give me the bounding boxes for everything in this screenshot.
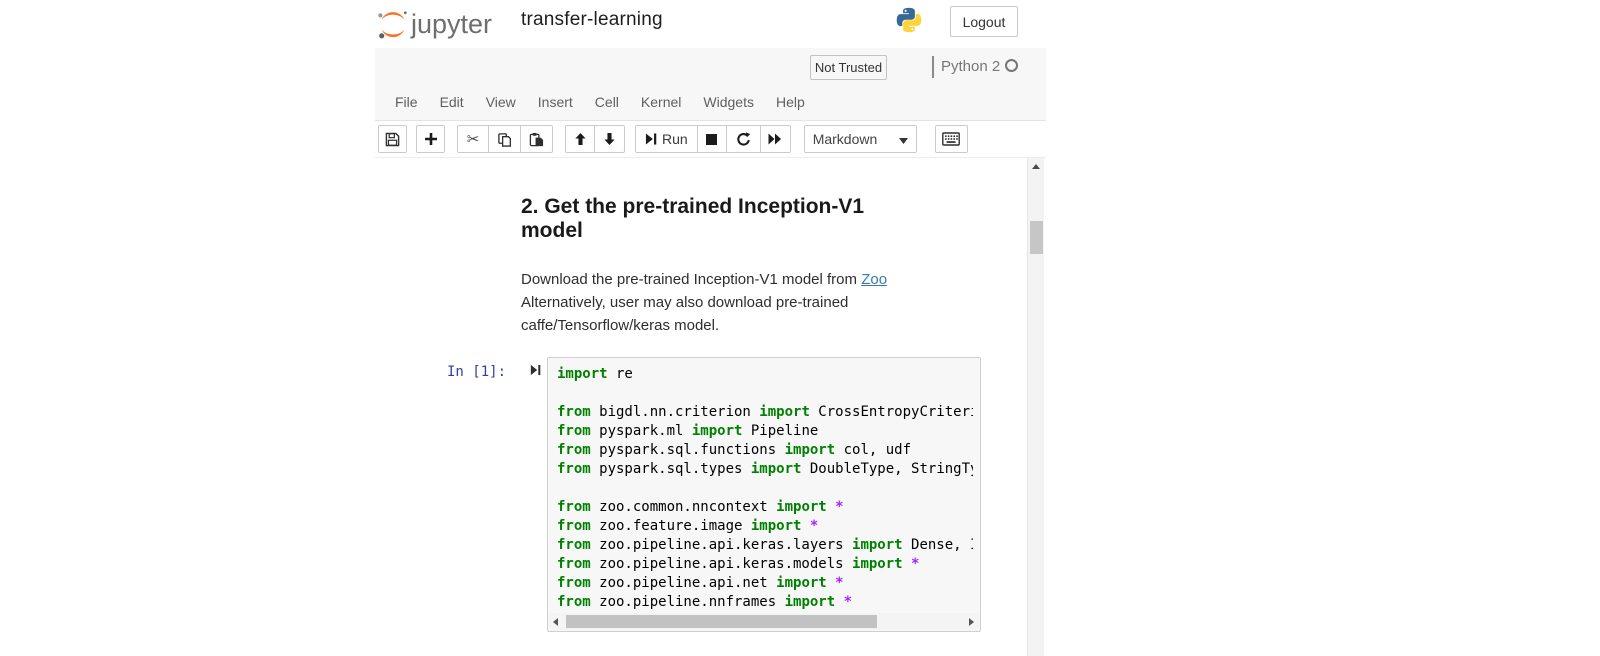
menu-item-insert[interactable]: Insert: [527, 85, 584, 120]
scroll-up-arrow-icon[interactable]: [1032, 164, 1040, 169]
save-button[interactable]: [378, 125, 407, 153]
copy-pages-icon: [497, 132, 512, 147]
zoo-link[interactable]: Zoo: [861, 271, 887, 288]
code-line: from zoo.pipeline.api.net import *: [557, 574, 973, 593]
clipboard-paste-icon: [529, 132, 544, 147]
code-line: import re: [557, 365, 973, 384]
insert-cell-below-button[interactable]: [416, 125, 445, 153]
code-line: from pyspark.ml import Pipeline: [557, 422, 973, 441]
notebook-container[interactable]: 2. Get the pre-trained Inception-V1 mode…: [375, 158, 1027, 656]
cell-type-dropdown[interactable]: Markdown: [804, 125, 917, 153]
code-line: from bigdl.nn.criterion import CrossEntr…: [557, 403, 973, 422]
code-line: [557, 479, 973, 498]
move-cell-up-button[interactable]: [565, 125, 595, 153]
paste-cells-button[interactable]: [521, 125, 553, 153]
browser-viewport: jupyter transfer-learning Logout Not Tru…: [375, 0, 1046, 656]
restart-run-all-button[interactable]: [761, 125, 791, 153]
scissors-icon: ✂: [467, 130, 480, 148]
code-line: from zoo.common.nncontext import *: [557, 498, 973, 517]
step-forward-icon: [645, 132, 657, 146]
code-line: from pyspark.sql.types import DoubleType…: [557, 460, 973, 479]
toolbar: ✂: [375, 121, 1046, 158]
jupyter-logo-text: jupyter: [410, 9, 492, 39]
run-cell-button[interactable]: Run: [635, 125, 698, 153]
menubar: FileEditViewInsertCellKernelWidgetsHelp: [375, 85, 1046, 120]
plus-icon: [424, 132, 438, 146]
code-line: from zoo.pipeline.api.keras.layers impor…: [557, 536, 973, 555]
restart-circle-arrow-icon: [736, 132, 751, 147]
input-prompt: In [1]:: [447, 364, 506, 380]
cell-type-selected: Markdown: [813, 131, 878, 147]
markdown-paragraph: Download the pre-trained Inception-V1 mo…: [521, 268, 941, 337]
stop-square-icon: [705, 133, 718, 146]
menu-item-cell[interactable]: Cell: [584, 85, 630, 120]
code-horizontal-scrollbar[interactable]: [549, 613, 979, 630]
paragraph-text-before-link: Download the pre-trained Inception-V1 mo…: [521, 271, 861, 288]
kernel-name: Python 2: [941, 58, 1000, 75]
menu-item-widgets[interactable]: Widgets: [692, 85, 765, 120]
menu-item-edit[interactable]: Edit: [429, 85, 475, 120]
code-line: from zoo.feature.image import *: [557, 517, 973, 536]
jupyter-planet-icon: jupyter: [377, 6, 507, 42]
menu-item-view[interactable]: View: [475, 85, 527, 120]
trust-status-badge[interactable]: Not Trusted: [810, 55, 887, 80]
code-lines[interactable]: import re from bigdl.nn.criterion import…: [557, 365, 973, 613]
code-cell-input-area[interactable]: import re from bigdl.nn.criterion import…: [547, 357, 981, 632]
copy-cells-button[interactable]: [489, 125, 521, 153]
scroll-right-arrow-icon[interactable]: [969, 618, 974, 626]
python-icon: [895, 6, 923, 34]
interrupt-kernel-button[interactable]: [698, 125, 727, 153]
cut-cells-button[interactable]: ✂: [457, 125, 489, 153]
code-line: from zoo.pipeline.api.keras.models impor…: [557, 555, 973, 574]
page-vertical-scrollbar[interactable]: [1027, 158, 1044, 656]
notebook-title[interactable]: transfer-learning: [521, 9, 663, 31]
scroll-left-arrow-icon[interactable]: [553, 618, 558, 626]
caret-down-icon: [899, 131, 908, 147]
horizontal-scrollbar-thumb[interactable]: [566, 615, 877, 628]
logout-button[interactable]: Logout: [950, 6, 1018, 37]
code-line: [557, 384, 973, 403]
restart-kernel-button[interactable]: [727, 125, 761, 153]
kernel-divider: [932, 56, 934, 78]
chrome-strip: Not Trusted Python 2 FileEditViewInsertC…: [375, 48, 1046, 121]
paragraph-text-after-link: Alternatively, user may also download pr…: [521, 294, 848, 334]
jupyter-logo[interactable]: jupyter: [377, 6, 507, 42]
arrow-down-icon: [603, 132, 616, 146]
code-line: from zoo.pipeline.nnframes import *: [557, 593, 973, 612]
floppy-disk-icon: [385, 132, 400, 147]
code-line: from pyspark.sql.functions import col, u…: [557, 441, 973, 460]
markdown-heading: 2. Get the pre-trained Inception-V1 mode…: [521, 195, 931, 243]
keyboard-icon: [942, 132, 960, 146]
menu-item-file[interactable]: File: [384, 85, 429, 120]
menu-item-kernel[interactable]: Kernel: [630, 85, 692, 120]
menu-item-help[interactable]: Help: [765, 85, 816, 120]
vertical-scrollbar-thumb[interactable]: [1030, 221, 1043, 254]
move-cell-down-button[interactable]: [595, 125, 625, 153]
kernel-idle-icon: [1005, 59, 1018, 72]
run-button-label: Run: [662, 131, 688, 147]
command-palette-button[interactable]: [935, 125, 968, 153]
notebook-header: jupyter transfer-learning Logout: [375, 0, 1046, 48]
arrow-up-icon: [574, 132, 587, 146]
run-cell-marker-icon[interactable]: [530, 363, 541, 382]
fast-forward-icon: [768, 133, 782, 145]
